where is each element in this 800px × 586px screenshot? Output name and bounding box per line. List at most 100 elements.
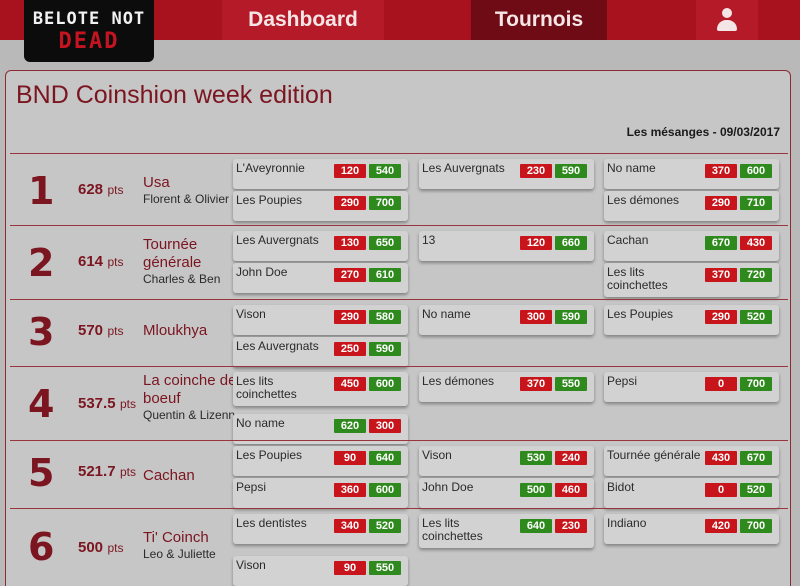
team-score-badge: 0 (705, 483, 737, 497)
match-card[interactable]: Les Poupies 290 520 (604, 305, 779, 335)
team-name[interactable]: La coinche de boeuf (143, 372, 239, 408)
team-score-badge: 530 (520, 451, 552, 465)
opponent-name: Vison (422, 448, 452, 462)
match-card[interactable]: Les lits coinchettes 370 720 (604, 263, 779, 297)
match-card[interactable]: Vison 290 580 (233, 305, 408, 335)
team-score-badge: 620 (334, 419, 366, 433)
match-card[interactable]: Les Auvergnats 250 590 (233, 337, 408, 367)
team-info: Cachan (143, 467, 239, 485)
match-card[interactable]: Cachan 670 430 (604, 231, 779, 261)
opponent-score-badge: 700 (740, 519, 772, 533)
tournament-subtitle: Les mésanges - 09/03/2017 (626, 125, 780, 139)
opponent-score-badge: 590 (555, 164, 587, 178)
opponent-score-badge: 710 (740, 196, 772, 210)
nav-dashboard[interactable]: Dashboard (222, 0, 384, 40)
match-card[interactable]: Les lits coinchettes 640 230 (419, 514, 594, 548)
match-card[interactable]: Les Auvergnats 130 650 (233, 231, 408, 261)
match-card[interactable]: Les démones 370 550 (419, 372, 594, 402)
team-score-badge: 370 (705, 268, 737, 282)
match-card[interactable]: Indiano 420 700 (604, 514, 779, 544)
match-card[interactable]: Bidot 0 520 (604, 478, 779, 508)
opponent-score-badge: 300 (369, 419, 401, 433)
team-info: Tournée générale Charles & Ben (143, 236, 239, 286)
opponent-name: Tournée générale (607, 448, 701, 462)
ranking-row: 3 570 pts Mloukhya Vison 290 580 No name 300 590… (10, 299, 788, 367)
match-card[interactable]: No name 300 590 (419, 305, 594, 335)
team-info: La coinche de boeuf Quentin & Lizenn (143, 372, 239, 422)
opponent-name: John Doe (422, 480, 474, 494)
match-card[interactable]: Pepsi 360 600 (233, 478, 408, 508)
opponent-name: Les Poupies (236, 193, 303, 207)
opponent-name: No name (422, 307, 471, 321)
points-value: 500 (78, 539, 104, 556)
team-name[interactable]: Mloukhya (143, 322, 239, 340)
match-card[interactable]: 13 120 660 (419, 231, 594, 261)
match-card[interactable]: Les dentistes 340 520 (233, 514, 408, 544)
match-card[interactable]: Les Poupies 90 640 (233, 446, 408, 476)
rank-number: 2 (28, 241, 55, 285)
opponent-name: Vison (236, 558, 266, 572)
ranking-row: 5 521.7 pts Cachan Les Poupies 90 640 Vison 530… (10, 440, 788, 508)
match-card[interactable]: Pepsi 0 700 (604, 372, 779, 402)
points-label: pts (120, 465, 137, 479)
team-score-badge: 290 (334, 196, 366, 210)
points-label: pts (107, 541, 124, 555)
rank-number: 6 (28, 525, 55, 569)
team-score-badge: 450 (334, 377, 366, 391)
opponent-name: Vison (236, 307, 266, 321)
team-players: Leo & Juliette (143, 547, 216, 561)
match-card[interactable]: No name 370 600 (604, 159, 779, 189)
opponent-score-badge: 580 (369, 310, 401, 324)
points-value: 537.5 (78, 395, 116, 412)
opponent-score-badge: 590 (369, 342, 401, 356)
opponent-name: Les lits coinchettes (607, 265, 668, 292)
opponent-name: L'Aveyronnie (236, 161, 305, 175)
opponent-score-badge: 590 (555, 310, 587, 324)
logo-line-1: BELOTE NOT (32, 8, 146, 29)
belote-not-dead-logo[interactable]: BELOTE NOT DEAD (24, 0, 154, 62)
opponent-score-badge: 550 (555, 377, 587, 391)
ranking-row: 6 500 pts Ti' Coinch Leo & Juliette Les dent… (10, 508, 788, 586)
match-card[interactable]: Les Poupies 290 700 (233, 191, 408, 221)
match-card[interactable]: Les lits coinchettes 450 600 (233, 372, 408, 406)
match-card[interactable]: Vison 90 550 (233, 556, 408, 586)
points-value: 570 (78, 322, 104, 339)
team-score-badge: 290 (334, 310, 366, 324)
match-card[interactable]: Tournée générale 430 670 (604, 446, 779, 476)
team-points: 570 pts (78, 322, 124, 340)
team-name[interactable]: Usa (143, 174, 239, 192)
team-score-badge: 370 (705, 164, 737, 178)
opponent-score-badge: 240 (555, 451, 587, 465)
match-card[interactable]: Les démones 290 710 (604, 191, 779, 221)
opponent-score-badge: 670 (740, 451, 772, 465)
opponent-score-badge: 610 (369, 268, 401, 282)
nav-user-button[interactable] (696, 0, 758, 40)
team-points: 614 pts (78, 253, 124, 271)
match-card[interactable]: John Doe 500 460 (419, 478, 594, 508)
team-name[interactable]: Ti' Coinch (143, 529, 239, 547)
rank-number: 4 (28, 382, 55, 426)
nav-tournois[interactable]: Tournois (471, 0, 607, 40)
opponent-name: Les démones (607, 193, 680, 207)
match-card[interactable]: L'Aveyronnie 120 540 (233, 159, 408, 189)
opponent-score-badge: 650 (369, 236, 401, 250)
team-info: Ti' Coinch Leo & Juliette (143, 529, 239, 561)
opponent-score-badge: 700 (740, 377, 772, 391)
team-name[interactable]: Tournée générale (143, 236, 239, 272)
opponent-name: Pepsi (607, 374, 638, 388)
opponent-score-badge: 230 (555, 519, 587, 533)
points-value: 628 (78, 181, 104, 198)
tournament-panel: BND Coinshion week edition Les mésanges … (5, 70, 791, 586)
team-score-badge: 120 (520, 236, 552, 250)
team-points: 521.7 pts (78, 463, 136, 481)
team-score-badge: 360 (334, 483, 366, 497)
match-card[interactable]: Les Auvergnats 230 590 (419, 159, 594, 189)
opponent-name: Les Poupies (236, 448, 303, 462)
team-info: Usa Florent & Olivier (143, 174, 239, 206)
match-card[interactable]: Vison 530 240 (419, 446, 594, 476)
team-name[interactable]: Cachan (143, 467, 239, 485)
opponent-name: Pepsi (236, 480, 267, 494)
opponent-score-badge: 520 (740, 310, 772, 324)
team-score-badge: 370 (520, 377, 552, 391)
match-card[interactable]: John Doe 270 610 (233, 263, 408, 293)
